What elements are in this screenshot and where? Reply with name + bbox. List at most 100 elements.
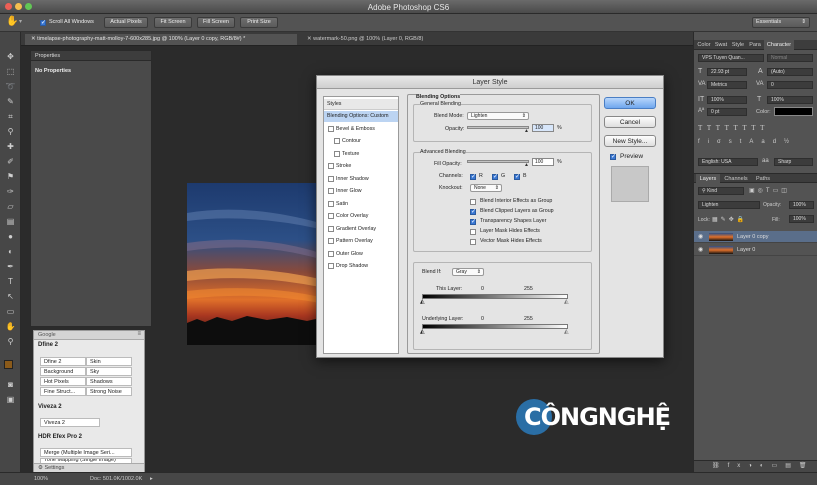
quick-mask-icon[interactable]: ◙ [5,380,16,390]
horizontal-scale-field[interactable]: 100% [767,96,813,104]
style-checkbox[interactable] [328,175,334,182]
lasso-tool-icon[interactable]: ➰ [5,82,16,92]
font-style-select[interactable]: Normal [767,54,813,62]
type-tool-icon[interactable]: T [5,277,16,287]
font-size-field[interactable]: 22.93 pt [707,68,747,76]
style-checkbox[interactable] [328,200,334,207]
style-item[interactable]: Satin [324,199,398,210]
print-size-button[interactable]: Print Size [240,17,278,28]
style-item[interactable]: Inner Glow [324,186,398,197]
underlying-black-handle[interactable]: ◭ [420,328,425,335]
hdr-merge-button[interactable]: Merge (Multiple Image Seri... [40,448,132,457]
tab-styles[interactable]: Style [730,40,746,50]
chevron-right-icon[interactable]: ▸ [150,473,153,485]
style-checkbox[interactable] [328,225,334,232]
text-style-buttons[interactable]: TTTTTTTT [698,124,814,134]
style-checkbox[interactable] [328,250,334,257]
layer-opacity-field[interactable]: 100% [789,201,814,209]
shadows-button[interactable]: Shadows [86,377,132,386]
option-checkbox[interactable] [470,208,476,215]
actual-pixels-button[interactable]: Actual Pixels [104,17,148,28]
new-style-button[interactable]: New Style... [604,135,656,147]
style-item[interactable]: Bevel & Emboss [324,124,398,135]
screen-mode-icon[interactable]: ▣ [5,395,16,405]
skin-button[interactable]: Skin [86,357,132,366]
document-tab-timelapse[interactable]: ✕ timelapse-photography-matt-molloy-7-60… [25,34,297,45]
crop-tool-icon[interactable]: ⌗ [5,112,16,122]
knockout-select[interactable]: None ⇕ [470,184,502,192]
slider-handle-icon[interactable]: ▲ [524,162,529,168]
move-tool-icon[interactable]: ✥ [5,52,16,62]
quick-select-tool-icon[interactable]: ✎ [5,97,16,107]
slider-handle-icon[interactable]: ▲ [524,128,529,134]
hot-pixels-button[interactable]: Hot Pixels [40,377,86,386]
filter-icons[interactable]: ▣◎T▭◫ [749,187,790,194]
style-item[interactable]: Outer Glow [324,249,398,260]
tab-swatches[interactable]: Swat [713,40,729,50]
zoom-level[interactable]: 100% [34,473,48,485]
path-select-tool-icon[interactable]: ↖ [5,292,16,302]
kerning-field[interactable]: Metrics [707,81,747,89]
properties-tab[interactable]: Properties [35,53,60,59]
style-item[interactable]: Contour [324,136,398,147]
leading-field[interactable]: (Auto) [767,68,813,76]
blend-if-select[interactable]: Gray ⇕ [452,268,484,276]
cancel-button[interactable]: Cancel [604,116,656,128]
hand-tool-icon[interactable]: ✋ [5,322,16,332]
fine-structure-button[interactable]: Fine Struct... [40,387,86,396]
style-item[interactable]: Color Overlay [324,211,398,222]
viveza-2-button[interactable]: Viveza 2 [40,418,100,427]
style-checkbox[interactable] [328,213,334,219]
sky-button[interactable]: Sky [86,367,132,376]
option-checkbox[interactable] [470,239,476,245]
tab-channels[interactable]: Channels [721,174,751,184]
channel-r-checkbox[interactable] [470,173,476,180]
tracking-field[interactable]: 0 [767,81,813,89]
ok-button[interactable]: OK [604,97,656,109]
style-checkbox[interactable] [328,125,334,132]
layer-filter-select[interactable]: ⚲ Kind [698,187,744,195]
blend-mode-select[interactable]: Lighten ⇕ [467,112,529,120]
vertical-scale-field[interactable]: 100% [707,96,747,104]
font-family-select[interactable]: VPS Tuyen Quan... [698,54,764,62]
styles-header[interactable]: Styles [324,99,398,110]
channel-g-checkbox[interactable] [492,173,498,180]
dodge-tool-icon[interactable]: ◐ [5,247,16,257]
gradient-tool-icon[interactable]: ▤ [5,217,16,227]
style-checkbox[interactable] [328,163,334,169]
opentype-buttons[interactable]: fiσstAad½ [698,139,814,149]
brush-tool-icon[interactable]: ✐ [5,157,16,167]
tab-paragraph[interactable]: Para [747,40,763,50]
background-button[interactable]: Background [40,367,86,376]
text-color-swatch[interactable] [774,107,813,116]
lock-icons[interactable]: ▦✎✥🔒 [712,216,747,223]
option-checkbox[interactable] [470,199,476,205]
style-checkbox[interactable] [334,138,340,144]
style-item[interactable]: Stroke [324,161,398,172]
clone-stamp-tool-icon[interactable]: ⚑ [5,172,16,182]
document-tab-watermark[interactable]: ✕ watermark-50.png @ 100% (Layer 0, RGB/… [301,34,501,45]
scroll-all-checkbox[interactable] [40,19,46,26]
option-checkbox[interactable] [470,218,476,225]
healing-brush-tool-icon[interactable]: ✚ [5,142,16,152]
opacity-slider[interactable] [467,126,529,129]
tab-layers[interactable]: Layers [696,174,720,184]
tab-character[interactable]: Character [764,40,794,50]
style-item[interactable]: Gradient Overlay [324,224,398,235]
chevron-down-icon[interactable]: ▾ [19,18,22,25]
foreground-color-swatch[interactable] [4,360,13,369]
blur-tool-icon[interactable]: ● [5,232,16,242]
eye-icon[interactable]: ◉ [698,244,703,256]
zoom-tool-icon[interactable]: ⚲ [5,337,16,347]
style-checkbox[interactable] [328,238,334,244]
style-item[interactable]: Blending Options: Custom [324,111,398,122]
settings-link[interactable]: ⚙ Settings [38,465,64,471]
layer-fill-field[interactable]: 100% [789,215,814,223]
style-item[interactable]: Inner Shadow [324,174,398,185]
history-brush-tool-icon[interactable]: ✑ [5,187,16,197]
style-checkbox[interactable] [328,188,334,194]
opacity-input[interactable]: 100 [532,124,554,132]
style-item[interactable]: Drop Shadow [324,261,398,272]
underlying-white-handle[interactable]: ◭ [564,328,569,335]
style-checkbox[interactable] [334,150,340,157]
